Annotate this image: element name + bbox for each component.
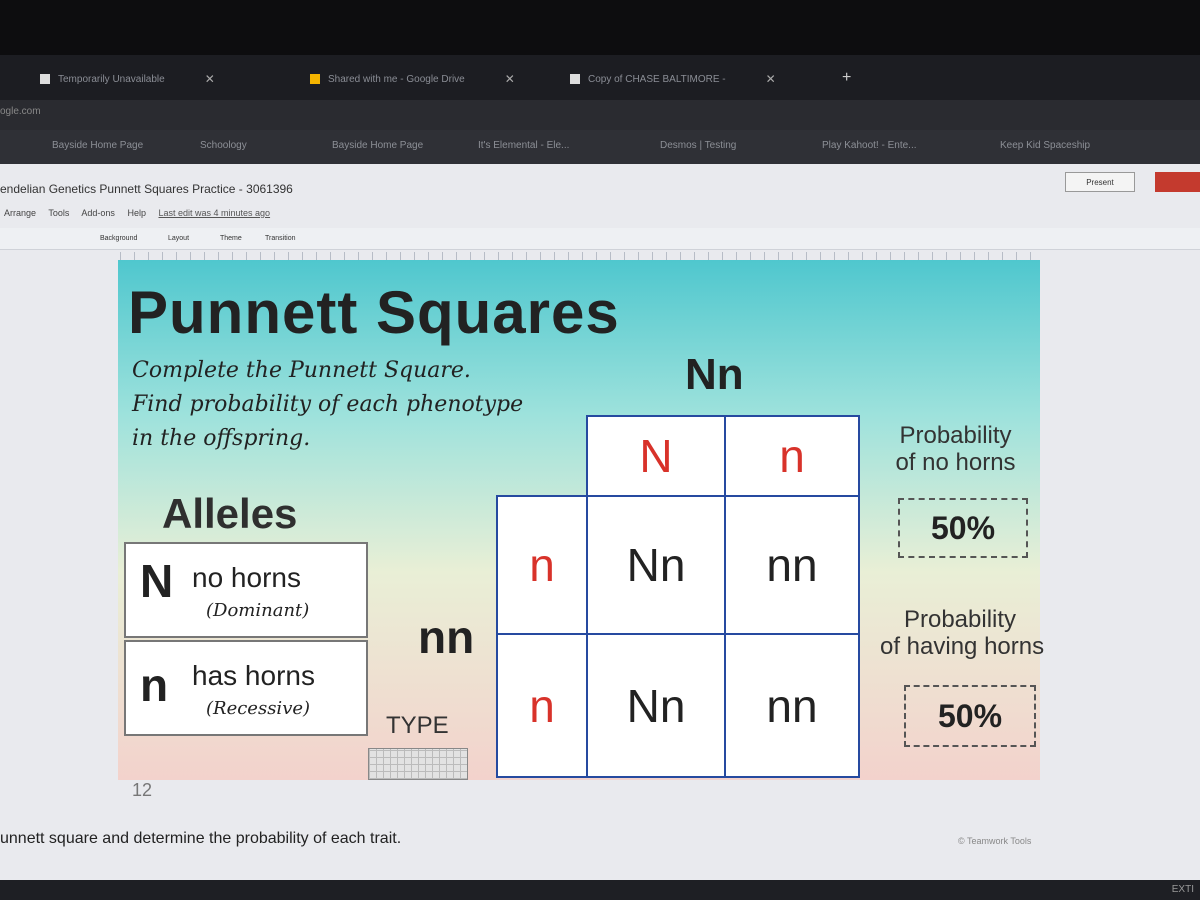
bookmark-item[interactable]: Keep Kid Spaceship (1000, 140, 1090, 151)
last-edit-link[interactable]: Last edit was 4 minutes ago (158, 208, 270, 218)
close-icon[interactable]: ✕ (766, 72, 776, 86)
theme-button[interactable]: Theme (220, 235, 242, 242)
slide-title: Punnett Squares (128, 279, 620, 346)
allele-letter: N (140, 555, 174, 607)
allele-box-recessive: n has horns (Recessive) (124, 640, 368, 736)
instruction-line: Complete the Punnett Square. (132, 358, 471, 383)
grid-row-header[interactable]: n (496, 633, 588, 778)
allele-trait: no horns (192, 562, 301, 593)
type-label: TYPE (386, 712, 449, 739)
probability-label-line: Probability (899, 422, 1012, 449)
bookmarks-bar: Bayside Home Page Schoology Bayside Home… (0, 130, 1200, 164)
slide-page-number: 12 (132, 780, 153, 800)
slides-icon (570, 74, 580, 84)
bookmark-item[interactable]: Play Kahoot! - Ente... (822, 140, 917, 151)
allele-trait: has horns (192, 660, 315, 691)
present-button[interactable]: Present (1065, 172, 1135, 192)
layout-button[interactable]: Layout (168, 235, 189, 242)
grid-cell[interactable]: nn (724, 633, 860, 778)
probability-label: Probability of having horns (880, 606, 1045, 660)
menu-addons[interactable]: Add-ons (81, 208, 115, 218)
allele-box-dominant: N no horns (Dominant) (124, 542, 368, 638)
close-icon[interactable]: ✕ (205, 72, 215, 86)
taskbar-label: EXTI (1171, 884, 1194, 895)
taskbar: EXTI (0, 880, 1200, 900)
grid-cell[interactable]: Nn (586, 633, 726, 778)
probability-label: Probability of no horns (888, 422, 1023, 476)
background-button[interactable]: Background (100, 235, 137, 242)
parent-genotype-top: Nn (685, 350, 744, 399)
address-bar[interactable]: ogle.com (0, 106, 41, 117)
tab-copy-of-chase[interactable]: Copy of CHASE BALTIMORE - ✕ (570, 65, 776, 93)
instruction-line: Find probability of each phenotype (132, 392, 524, 417)
bookmark-item[interactable]: It's Elemental - Ele... (478, 140, 569, 151)
tab-favicon-icon (40, 74, 50, 84)
probability-label-line: of no horns (895, 449, 1016, 476)
new-tab-icon[interactable]: + (842, 69, 851, 87)
probability-answer-box[interactable]: 50% (898, 498, 1028, 558)
address-bar-row: ogle.com (0, 100, 1200, 130)
menu-bar: Arrange Tools Add-ons Help Last edit was… (4, 208, 280, 218)
allele-type: (Recessive) (206, 698, 311, 719)
menu-tools[interactable]: Tools (48, 208, 69, 218)
probability-label-line: of having horns (880, 633, 1045, 660)
instruction-line: in the offspring. (132, 426, 311, 451)
speaker-notes[interactable]: unnett square and determine the probabil… (0, 830, 401, 848)
slide-canvas[interactable]: Punnett Squares Complete the Punnett Squ… (118, 260, 1045, 846)
watermark: © Teamwork Tools (958, 836, 1032, 846)
menu-help[interactable]: Help (127, 208, 146, 218)
ruler (120, 252, 1040, 260)
tab-label: Shared with me - Google Drive (328, 73, 465, 85)
bookmark-item[interactable]: Desmos | Testing (660, 140, 736, 151)
grid-col-header[interactable]: N (586, 415, 726, 497)
bookmark-item[interactable]: Bayside Home Page (332, 140, 423, 151)
bookmark-item[interactable]: Schoology (200, 140, 247, 151)
parent-genotype-side: nn (418, 611, 475, 663)
tab-label: Temporarily Unavailable (58, 73, 165, 85)
document-title[interactable]: endelian Genetics Punnett Squares Practi… (0, 182, 293, 196)
tab-shared-with-me[interactable]: Shared with me - Google Drive ✕ (310, 65, 515, 93)
browser-tab-bar: Temporarily Unavailable ✕ Shared with me… (0, 55, 1200, 100)
close-icon[interactable]: ✕ (505, 72, 515, 86)
drive-icon (310, 74, 320, 84)
alleles-heading: Alleles (162, 490, 298, 537)
grid-cell[interactable]: Nn (586, 495, 726, 635)
slides-editor: endelian Genetics Punnett Squares Practi… (0, 164, 1200, 900)
share-button[interactable] (1155, 172, 1200, 192)
grid-cell[interactable]: nn (724, 495, 860, 635)
transition-button[interactable]: Transition (265, 235, 295, 242)
tab-label: Copy of CHASE BALTIMORE - (588, 73, 726, 85)
format-toolbar: Background Layout Theme Transition (0, 228, 1200, 250)
menu-arrange[interactable]: Arrange (4, 208, 36, 218)
probability-answer-box[interactable]: 50% (904, 685, 1036, 747)
bookmark-item[interactable]: Bayside Home Page (52, 140, 143, 151)
allele-type: (Dominant) (206, 600, 310, 621)
grid-row-header[interactable]: n (496, 495, 588, 635)
grid-col-header[interactable]: n (724, 415, 860, 497)
probability-label-line: Probability (903, 606, 1017, 633)
screen: Temporarily Unavailable ✕ Shared with me… (0, 0, 1200, 900)
allele-letter: n (140, 659, 169, 711)
tab-temporarily-unavailable[interactable]: Temporarily Unavailable ✕ (40, 65, 215, 93)
keyboard-icon[interactable] (368, 748, 468, 780)
